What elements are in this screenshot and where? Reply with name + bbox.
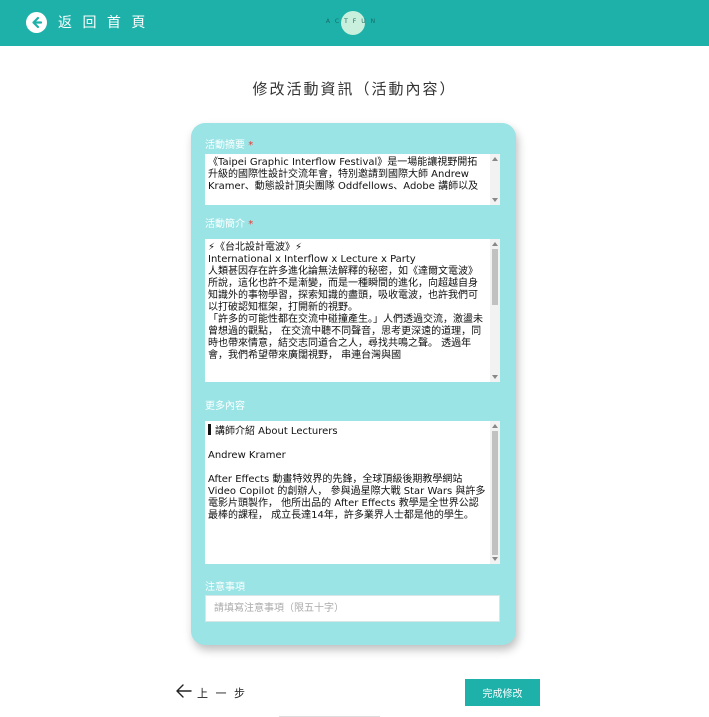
- intro-text: ⚡《台北設計電波》⚡ International x Interflow x L…: [208, 242, 483, 361]
- scrollbar[interactable]: [490, 239, 500, 382]
- required-mark: *: [248, 140, 254, 151]
- scroll-up-icon[interactable]: [492, 242, 498, 246]
- scroll-up-icon[interactable]: [492, 157, 498, 161]
- top-bar: 返 回 首 頁 ACTFUN: [0, 0, 709, 46]
- previous-step-link[interactable]: 上 一 步: [176, 683, 247, 702]
- more-text: Andrew Kramer After Effects 動畫特效界的先鋒，全球頂…: [208, 450, 486, 521]
- scrollbar[interactable]: [490, 421, 500, 564]
- summary-text: 《Taipei Graphic Interflow Festival》是一場能讓…: [208, 157, 479, 192]
- logo-text: ACTFUN: [325, 18, 381, 25]
- scroll-thumb[interactable]: [492, 431, 498, 555]
- more-content: 講師介紹 About Lecturers Andrew Kramer After…: [205, 421, 500, 522]
- more-textarea[interactable]: 講師介紹 About Lecturers Andrew Kramer After…: [205, 421, 500, 564]
- logo: ACTFUN: [318, 10, 388, 36]
- summary-textarea[interactable]: 《Taipei Graphic Interflow Festival》是一場能讓…: [205, 154, 500, 205]
- heading-bar-mark: [208, 424, 211, 435]
- form-card: 活動摘要 * 《Taipei Graphic Interflow Festiva…: [191, 123, 516, 645]
- intro-label: 活動簡介 *: [205, 219, 254, 230]
- scroll-down-icon[interactable]: [492, 375, 498, 379]
- submit-button[interactable]: 完成修改: [465, 679, 540, 706]
- required-mark: *: [248, 219, 254, 230]
- notice-input[interactable]: [205, 595, 500, 622]
- scroll-down-icon[interactable]: [492, 557, 498, 561]
- arrow-left-icon: [176, 683, 192, 702]
- back-home-link[interactable]: 返 回 首 頁: [26, 11, 148, 33]
- more-heading: 講師介紹 About Lecturers: [215, 426, 338, 437]
- scroll-up-icon[interactable]: [492, 424, 498, 428]
- scrollbar[interactable]: [490, 154, 500, 205]
- intro-textarea[interactable]: ⚡《台北設計電波》⚡ International x Interflow x L…: [205, 239, 500, 382]
- scroll-down-icon[interactable]: [492, 198, 498, 202]
- notice-label: 注意事項: [205, 582, 245, 593]
- summary-label: 活動摘要 *: [205, 140, 254, 151]
- more-label: 更多內容: [205, 401, 245, 412]
- page-title: 修改活動資訊（活動內容）: [252, 80, 457, 98]
- back-home-label: 返 回 首 頁: [58, 15, 149, 31]
- scroll-thumb[interactable]: [492, 249, 498, 305]
- previous-step-label: 上 一 步: [197, 686, 247, 700]
- arrow-left-circle-icon: [26, 11, 47, 33]
